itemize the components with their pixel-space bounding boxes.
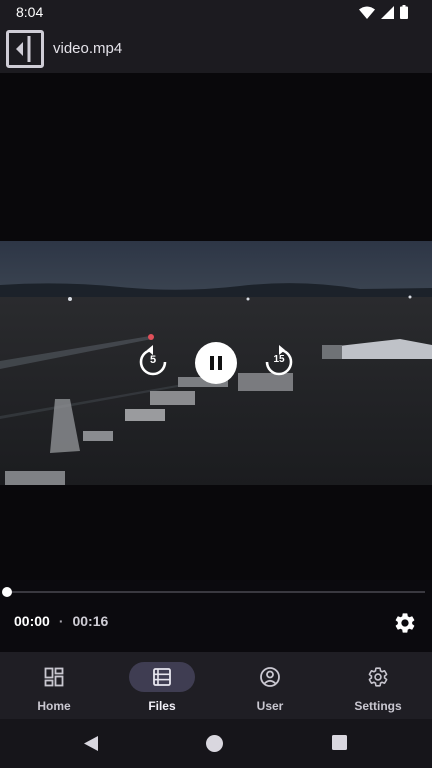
status-bar: 8:04 [0, 0, 432, 24]
nav-icon-container [129, 662, 195, 692]
nav-item-files[interactable]: Files [108, 652, 216, 719]
rewind-button[interactable]: 5 [136, 345, 170, 379]
page-title: video.mp4 [53, 40, 123, 57]
screen: 8:04 video.mp4 5 15 00:00 · 00:16 Home F… [0, 0, 432, 768]
nav-label-files: Files [148, 699, 176, 713]
gear-icon [368, 667, 388, 687]
status-time: 8:04 [16, 4, 44, 20]
battery-icon [400, 5, 408, 19]
nav-icon-container [21, 662, 87, 692]
time-display: 00:00 · 00:16 [14, 613, 108, 629]
collapse-panel-icon [16, 35, 31, 62]
seek-bar[interactable] [2, 587, 425, 597]
nav-icon-container [345, 662, 411, 692]
nav-item-settings[interactable]: Settings [324, 652, 432, 719]
cell-signal-icon [381, 5, 394, 19]
pause-icon [210, 356, 222, 370]
wifi-icon [359, 6, 375, 19]
status-icons [359, 5, 408, 19]
nav-item-user[interactable]: User [216, 652, 324, 719]
home-circle-icon[interactable] [206, 735, 223, 752]
bottom-navigation: Home Files User Settings [0, 652, 432, 719]
pause-button[interactable] [195, 342, 237, 384]
top-app-bar: video.mp4 [0, 24, 432, 73]
video-frame[interactable]: 5 15 [0, 241, 432, 485]
nav-icon-container [237, 662, 303, 692]
time-separator: · [58, 613, 64, 629]
nav-label-user: User [256, 699, 284, 713]
dashboard-icon [44, 667, 64, 687]
nav-label-settings: Settings [354, 699, 402, 713]
player-settings-button[interactable] [393, 611, 417, 635]
rewind-seconds: 5 [149, 354, 157, 366]
list-icon [153, 668, 171, 686]
seek-bar-thumb[interactable] [2, 587, 12, 597]
system-navigation-bar [0, 719, 432, 768]
forward-button[interactable]: 15 [262, 345, 296, 379]
recents-square-icon[interactable] [332, 735, 347, 750]
back-triangle-icon[interactable] [83, 735, 99, 752]
current-time: 00:00 [14, 613, 50, 629]
nav-item-home[interactable]: Home [0, 652, 108, 719]
forward-seconds: 15 [273, 354, 285, 365]
nav-label-home: Home [37, 699, 71, 713]
collapse-panel-button[interactable] [6, 29, 44, 68]
gear-icon [395, 613, 415, 633]
account-circle-icon [260, 667, 280, 687]
duration: 00:16 [72, 613, 109, 629]
